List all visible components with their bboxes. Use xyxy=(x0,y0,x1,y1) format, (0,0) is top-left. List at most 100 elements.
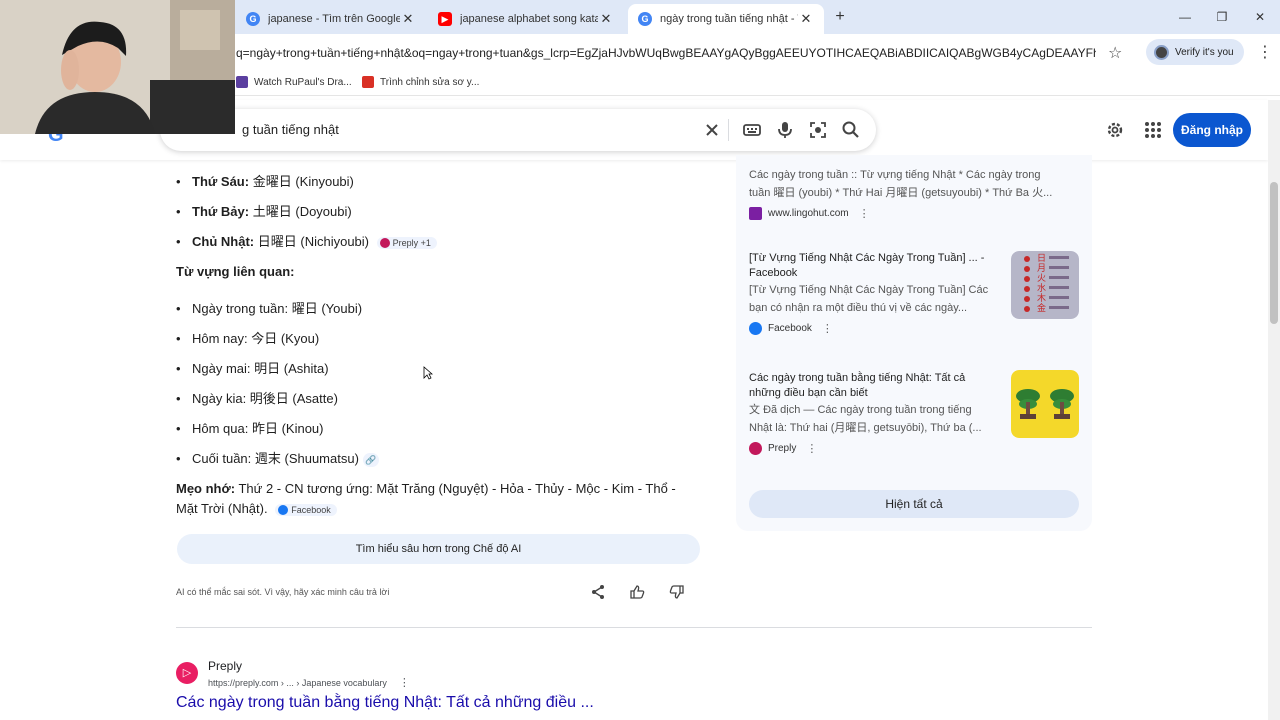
thumbs-down-icon[interactable] xyxy=(669,584,685,600)
svg-text:日: 日 xyxy=(1037,253,1046,264)
source-desc: 文 Đã dịch — Các ngày trong tuần trong ti… xyxy=(749,401,1004,419)
day-label: Thứ Bảy: xyxy=(192,204,250,219)
day-romaji: (Doyoubi) xyxy=(295,204,352,219)
day-kanji: 金曜日 xyxy=(252,174,292,189)
result-site-name[interactable]: Preply xyxy=(208,659,242,673)
bookmark-label: Trình chỉnh sửa sơ y... xyxy=(380,76,480,88)
tip-label: Mẹo nhớ: xyxy=(176,481,236,496)
day-item-friday: • Thứ Sáu: 金曜日 (Kinyoubi) xyxy=(176,174,354,189)
link-icon[interactable]: 🔗 xyxy=(362,452,379,467)
more-options-icon[interactable]: ⋮ xyxy=(859,207,870,220)
day-label: Chủ Nhật: xyxy=(192,234,255,249)
settings-gear-icon[interactable] xyxy=(1105,120,1125,140)
search-icon[interactable] xyxy=(841,120,861,140)
memory-tip: Mẹo nhớ: Thứ 2 - CN tương ứng: Mặt Trăng… xyxy=(176,481,676,496)
source-footer: Facebook ⋮ xyxy=(749,322,1004,335)
svg-text:金: 金 xyxy=(1037,302,1046,314)
more-options-icon[interactable]: ⋮ xyxy=(399,677,410,689)
thumbs-up-icon[interactable] xyxy=(629,584,645,600)
source-card-preply[interactable]: Các ngày trong tuần bằng tiếng Nhật: Tất… xyxy=(749,371,1004,455)
share-icon[interactable] xyxy=(590,584,606,600)
memory-tip-line2: Mặt Trời (Nhật). Facebook xyxy=(176,501,337,516)
scrollbar-thumb[interactable] xyxy=(1270,182,1278,324)
restore-icon[interactable]: ❐ xyxy=(1210,6,1234,28)
related-text: Ngày mai: 明日 (Ashita) xyxy=(192,361,329,376)
ai-mode-deep-dive-button[interactable]: Tìm hiểu sâu hơn trong Chế độ AI xyxy=(177,534,700,564)
breadcrumb-text: https://preply.com › ... › Japanese voca… xyxy=(208,678,387,688)
tab-current-search[interactable]: G ngày trong tuần tiếng nhật - Tìm ✕ xyxy=(628,4,824,34)
chip-label: Preply +1 xyxy=(392,237,431,248)
day-item-sunday: • Chủ Nhật: 日曜日 (Nichiyoubi) Preply +1 xyxy=(176,231,437,250)
source-title: những điều bạn cần biết xyxy=(749,387,868,399)
close-icon[interactable]: ✕ xyxy=(400,11,416,27)
related-item: • Cuối tuần: 週末 (Shuumatsu) 🔗 xyxy=(176,448,379,467)
tab-youtube[interactable]: ▶ japanese alphabet song katakana ✕ xyxy=(428,4,624,34)
source-title: Facebook xyxy=(749,267,798,279)
day-label: Thứ Sáu: xyxy=(192,174,250,189)
lingohut-icon xyxy=(749,207,762,220)
related-item: • Hôm nay: 今日 (Kyou) xyxy=(176,331,320,346)
tab-label: japanese alphabet song katakana xyxy=(460,13,598,25)
related-text: Ngày trong tuần: 曜日 (Youbi) xyxy=(192,301,363,316)
page-scrollbar[interactable] xyxy=(1268,100,1280,720)
webcam-overlay xyxy=(0,0,235,134)
source-footer: www.lingohut.com ⋮ xyxy=(749,207,1079,220)
bookmark-rupaul[interactable]: Watch RuPaul's Dra... xyxy=(236,76,352,88)
youtube-icon: ▶ xyxy=(438,12,452,26)
source-title: [Từ Vựng Tiếng Nhật Các Ngày Trong Tuần]… xyxy=(749,252,985,264)
search-input[interactable]: g tuần tiếng nhật xyxy=(242,122,339,137)
source-desc: Các ngày trong tuần :: Từ vựng tiếng Nhậ… xyxy=(749,169,1041,181)
google-icon: G xyxy=(638,12,652,26)
divider xyxy=(728,119,729,141)
star-icon[interactable]: ☆ xyxy=(1108,43,1122,63)
bookmark-icon xyxy=(236,76,248,88)
sign-in-button[interactable]: Đăng nhập xyxy=(1173,113,1251,147)
close-icon[interactable]: ✕ xyxy=(798,11,814,27)
related-item: • Hôm qua: 昨日 (Kinou) xyxy=(176,421,324,436)
google-icon: G xyxy=(246,12,260,26)
microphone-icon[interactable] xyxy=(775,120,795,140)
svg-text:月: 月 xyxy=(1037,263,1046,274)
svg-text:木: 木 xyxy=(1037,292,1046,304)
citation-chip[interactable]: Facebook xyxy=(275,503,337,516)
citation-chip[interactable]: Preply +1 xyxy=(376,236,437,249)
clear-icon[interactable] xyxy=(702,120,722,140)
bookmark-icon xyxy=(362,76,374,88)
preply-logo-icon[interactable]: ▷ xyxy=(176,662,198,684)
source-site: www.lingohut.com xyxy=(768,208,849,219)
new-tab-button[interactable]: + xyxy=(828,6,852,28)
address-bar[interactable]: q=ngày+trong+tuần+tiếng+nhật&oq=ngay+tro… xyxy=(236,40,1096,66)
svg-text:水: 水 xyxy=(1037,282,1046,294)
search-box[interactable]: g tuần tiếng nhật xyxy=(160,109,876,151)
close-icon[interactable]: ✕ xyxy=(598,11,614,27)
bookmark-editor[interactable]: Trình chỉnh sửa sơ y... xyxy=(362,76,479,88)
show-all-button[interactable]: Hiện tất cả xyxy=(749,490,1079,518)
svg-text:火: 火 xyxy=(1037,273,1046,284)
keyboard-icon[interactable] xyxy=(742,120,762,140)
profile-button[interactable]: Verify it's you xyxy=(1146,39,1244,65)
related-item: • Ngày kia: 明後日 (Asatte) xyxy=(176,391,338,406)
tab-japanese-search[interactable]: G japanese - Tìm trên Google ✕ xyxy=(236,4,426,34)
day-item-saturday: • Thứ Bảy: 土曜日 (Doyoubi) xyxy=(176,204,352,219)
source-desc: bạn có nhận ra một điều thú vị về các ng… xyxy=(749,302,968,314)
result-title-link[interactable]: Các ngày trong tuần bằng tiếng Nhật: Tất… xyxy=(176,694,594,712)
source-card-lingohut[interactable]: Các ngày trong tuần :: Từ vựng tiếng Nhậ… xyxy=(749,166,1079,220)
source-card-facebook[interactable]: [Từ Vựng Tiếng Nhật Các Ngày Trong Tuần]… xyxy=(749,251,1004,335)
webcam-person-image xyxy=(0,0,235,134)
apps-grid-icon[interactable] xyxy=(1144,121,1162,139)
menu-icon[interactable]: ⋮ xyxy=(1257,42,1273,62)
mouse-cursor-icon xyxy=(423,366,433,380)
related-text: Hôm nay: 今日 (Kyou) xyxy=(192,331,320,346)
minimize-icon[interactable]: — xyxy=(1173,6,1197,28)
more-options-icon[interactable]: ⋮ xyxy=(822,322,833,335)
tab-label: ngày trong tuần tiếng nhật - Tìm xyxy=(660,13,798,25)
source-footer: Preply ⋮ xyxy=(749,442,1004,455)
day-kanji: 土曜日 xyxy=(252,204,292,219)
preply-icon xyxy=(749,442,762,455)
more-options-icon[interactable]: ⋮ xyxy=(806,442,817,455)
chip-label: Facebook xyxy=(291,504,331,515)
profile-avatar xyxy=(1154,44,1169,60)
lens-icon[interactable] xyxy=(808,120,828,140)
window-close-icon[interactable]: ✕ xyxy=(1248,6,1272,28)
related-heading: Từ vựng liên quan: xyxy=(176,264,295,279)
